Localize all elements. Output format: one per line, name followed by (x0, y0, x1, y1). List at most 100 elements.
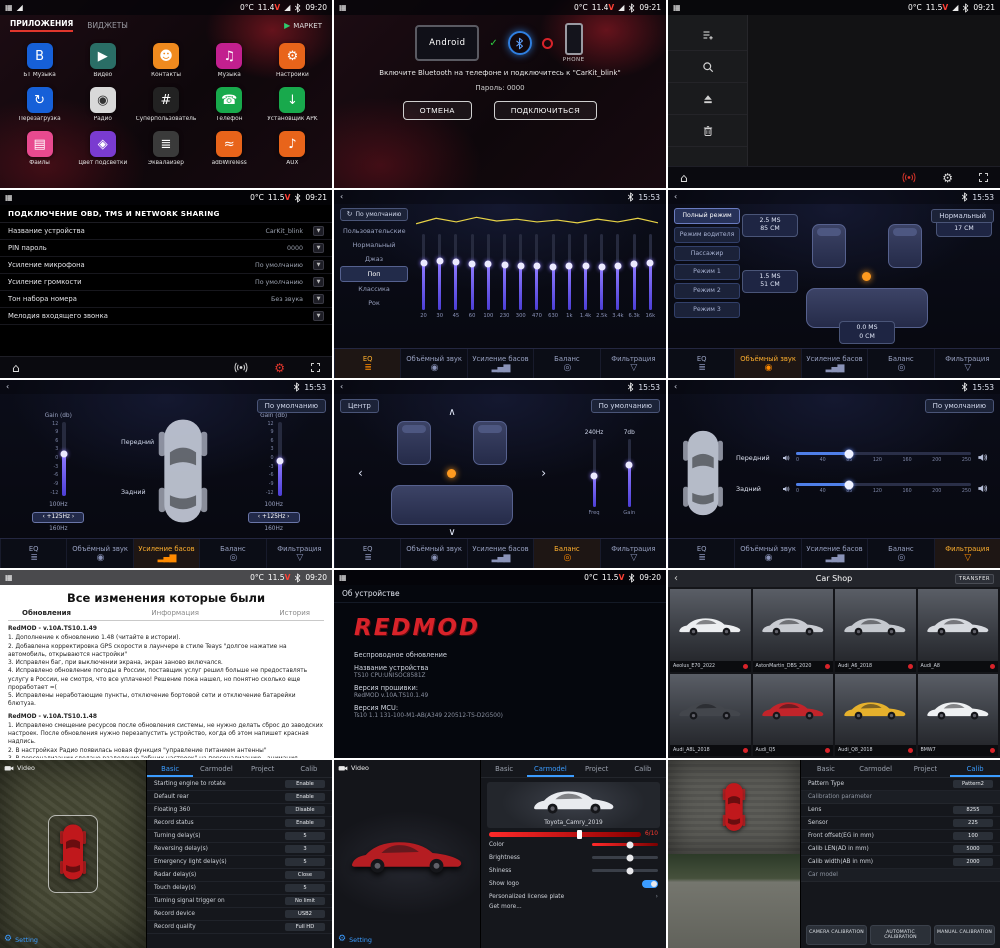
settings-row[interactable]: Turning delay(s) 5 (147, 830, 332, 843)
setting-value[interactable]: USB2 (285, 910, 325, 918)
setting-value[interactable]: Full HD (285, 923, 325, 931)
back-icon[interactable]: ‹ (340, 383, 343, 391)
slider-track[interactable] (796, 483, 971, 486)
car-card[interactable]: Audi_Q5 (753, 674, 834, 757)
mode-button[interactable]: Пассажир (674, 246, 740, 262)
audio-tab[interactable]: Усиление басов ▂▄▆ (467, 539, 533, 568)
hotspot-button[interactable] (234, 362, 248, 373)
market-button[interactable]: ▶МАРКЕТ (284, 22, 322, 30)
calibration-button[interactable]: MANUAL CALIBRATION (934, 925, 995, 945)
eq-band-slider[interactable]: 2.5k (594, 234, 609, 319)
home-button[interactable]: ⌂ (680, 172, 688, 184)
gain-slider[interactable] (62, 422, 66, 496)
setting-control[interactable] (642, 880, 658, 888)
audio-tab[interactable]: EQ ≣ (0, 539, 66, 568)
eject-button[interactable] (668, 83, 747, 115)
slider-knob[interactable] (517, 262, 524, 269)
slider-track[interactable] (616, 234, 619, 310)
tab-applications[interactable]: ПРИЛОЖЕНИЯ (10, 19, 73, 32)
audio-tab[interactable]: Баланс ◎ (199, 539, 265, 568)
mode-button[interactable]: Режим 3 (674, 302, 740, 318)
eq-band-slider[interactable]: 470 (529, 234, 544, 319)
audio-tab[interactable]: Фильтрация ▽ (600, 539, 666, 568)
transfer-button[interactable]: TRANSFER (955, 574, 994, 584)
slider-knob[interactable] (436, 258, 443, 265)
video-chip[interactable]: Video (4, 764, 35, 772)
dropdown-arrow-icon[interactable]: ▼ (313, 294, 324, 304)
slider-knob[interactable] (501, 262, 508, 269)
changelog-tab[interactable]: Обновления (22, 609, 71, 617)
app-icon[interactable]: ☎ Телефон (198, 87, 261, 122)
eq-band-slider[interactable]: 16k (643, 234, 658, 319)
audio-tab[interactable]: Объёмный звук ◉ (734, 539, 800, 568)
slider-knob[interactable] (647, 259, 654, 266)
settings-tab[interactable]: Calib (620, 760, 666, 777)
setting-value[interactable]: Close (285, 871, 325, 879)
setting-value[interactable]: 100 (953, 832, 993, 840)
settings-tab[interactable]: Project (574, 760, 620, 777)
slider-knob[interactable] (598, 263, 605, 270)
preset-item[interactable]: Рок (340, 296, 408, 310)
settings-row[interactable]: Floating 360 Disable (147, 804, 332, 817)
default-button[interactable]: ↻По умолчанию (340, 208, 408, 221)
settings-row[interactable]: Усиление громкости По умолчанию ▼ (0, 274, 332, 291)
audio-tab[interactable]: Усиление басов ▂▄▆ (801, 539, 867, 568)
settings-row[interactable]: Touch delay(s) 5 (147, 882, 332, 895)
slider-knob[interactable] (550, 263, 557, 270)
settings-row[interactable]: Sensor 225 (801, 817, 1000, 830)
slider-knob[interactable] (844, 449, 853, 458)
download-icon[interactable] (990, 664, 995, 669)
carmodel-setting-row[interactable]: Color (481, 838, 666, 851)
car-card[interactable]: BMW7 (918, 674, 999, 757)
listening-position-dot[interactable] (862, 272, 871, 281)
sub-gain-slider[interactable]: 7db Gain (623, 430, 635, 516)
app-icon[interactable]: ↓ Установщик APK (261, 87, 324, 122)
settings-gear-button[interactable]: ⚙ (274, 362, 285, 374)
slider-knob[interactable] (566, 262, 573, 269)
app-icon[interactable]: ◈ Цвет подсветки (71, 131, 134, 166)
app-icon[interactable]: ↻ Перезагрузка (8, 87, 71, 122)
preset-item[interactable]: Классика (340, 282, 408, 296)
mode-button[interactable]: Режим водителя (674, 227, 740, 243)
eq-band-slider[interactable]: 3.4k (610, 234, 625, 319)
center-button[interactable]: Центр (340, 399, 379, 413)
settings-row[interactable]: Мелодия входящего звонка ▼ (0, 308, 332, 325)
setting-value[interactable]: 3 (285, 845, 325, 853)
audio-tab[interactable]: Объёмный звук ◉ (66, 539, 132, 568)
slider-knob[interactable] (452, 259, 459, 266)
settings-row[interactable]: Record status Enable (147, 817, 332, 830)
settings-tab[interactable]: Calib (286, 760, 332, 777)
setting-value[interactable]: 5 (285, 832, 325, 840)
setting-value[interactable]: Enable (285, 780, 325, 788)
audio-tab[interactable]: Фильтрация ▽ (266, 539, 332, 568)
license-plate-link[interactable]: Personalized license plate› (489, 892, 658, 902)
eq-band-slider[interactable]: 300 (513, 234, 528, 319)
app-icon[interactable]: ≣ Эквалайзер (134, 131, 197, 166)
slider-knob[interactable] (469, 260, 476, 267)
audio-tab[interactable]: Усиление басов ▂▄▆ (467, 349, 533, 378)
setting-value[interactable]: Disable (285, 806, 325, 814)
app-icon[interactable]: ☻ Контакты (134, 43, 197, 78)
slider-knob[interactable] (626, 461, 633, 468)
playlist-add-button[interactable] (668, 19, 747, 51)
back-icon[interactable]: ‹ (340, 193, 343, 201)
setting-chip[interactable]: ⚙Setting (4, 935, 38, 944)
mode-button[interactable]: Полный режим (674, 208, 740, 224)
freq-option[interactable]: 100Hz (248, 501, 300, 510)
freq-option[interactable]: 100Hz (32, 501, 84, 510)
selected-car-card[interactable]: Toyota_Camry_2019 (487, 782, 660, 828)
eq-band-slider[interactable]: 45 (448, 234, 463, 319)
audio-tab[interactable]: Баланс ◎ (867, 539, 933, 568)
settings-tab[interactable]: Basic (147, 760, 193, 777)
rear-filter-slider[interactable]: 04085120160200250 (796, 483, 971, 494)
arrow-up-icon[interactable]: ∧ (448, 408, 455, 418)
audio-tab[interactable]: EQ ≣ (668, 349, 734, 378)
slider-track[interactable] (503, 234, 506, 310)
audio-tab[interactable]: EQ ≣ (668, 539, 734, 568)
app-icon[interactable]: ≈ adbWireless (198, 131, 261, 166)
settings-tab[interactable]: Basic (481, 760, 527, 777)
hotspot-button[interactable] (902, 172, 916, 183)
audio-tab[interactable]: Фильтрация ▽ (934, 539, 1000, 568)
default-button[interactable]: По умолчанию (257, 399, 326, 413)
eq-band-slider[interactable]: 6.3k (627, 234, 642, 319)
